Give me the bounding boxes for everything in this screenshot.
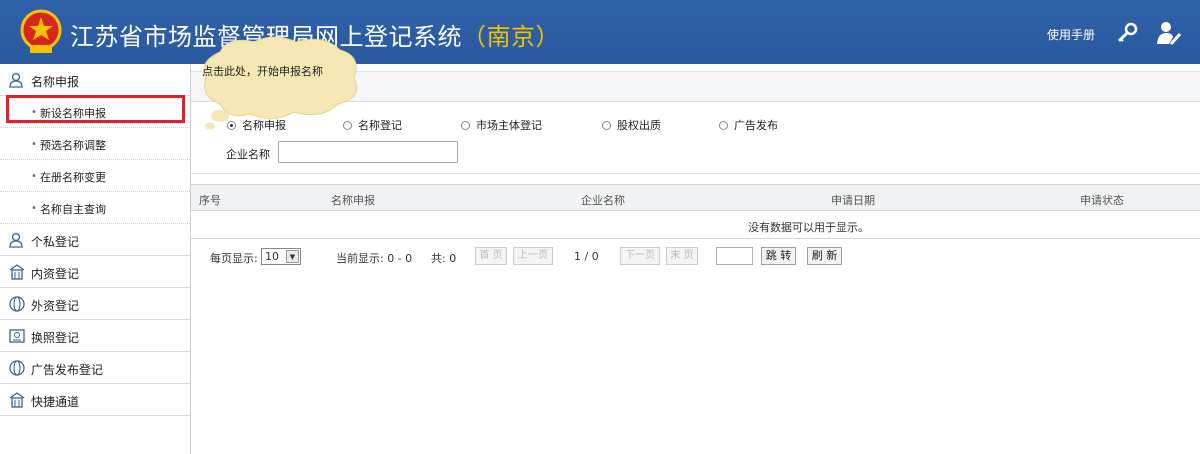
sidebar-item-adjust-name[interactable]: • 预选名称调整 xyxy=(0,128,190,160)
sidebar-item-label: 预选名称调整 xyxy=(40,139,106,152)
sidebar-item-label: 新设名称申报 xyxy=(40,107,106,120)
empty-message: 没有数据可以用于显示。 xyxy=(748,221,869,234)
sidebar-group-label: 名称申报 xyxy=(31,75,80,89)
next-page-button[interactable]: 下一页 xyxy=(620,247,660,265)
sidebar-item-change-name[interactable]: • 在册名称变更 xyxy=(0,160,190,192)
sidebar-group-domestic[interactable]: 内资登记 xyxy=(0,256,190,288)
total-count: 共: 0 xyxy=(431,252,457,265)
page-size-label: 每页显示: xyxy=(210,252,258,265)
sidebar-group-advertising[interactable]: 广告发布登记 xyxy=(0,352,190,384)
building-icon xyxy=(9,264,25,280)
bullet-icon: • xyxy=(31,139,37,150)
company-name-label: 企业名称 xyxy=(226,148,270,161)
bullet-icon: • xyxy=(31,171,37,182)
sidebar-group-label: 内资登记 xyxy=(31,267,80,281)
refresh-button[interactable]: 刷 新 xyxy=(807,247,842,265)
col-apply-status: 申请状态 xyxy=(1080,194,1124,207)
bullet-icon: • xyxy=(31,107,37,118)
key-icon[interactable] xyxy=(1115,21,1139,45)
bullet-icon: • xyxy=(31,203,37,214)
col-apply-date: 申请日期 xyxy=(831,194,875,207)
radio-icon[interactable] xyxy=(719,120,728,130)
radio-equity-pledge[interactable]: 股权出质 xyxy=(602,118,661,132)
user-manual-link[interactable]: 使用手册 xyxy=(1047,26,1095,43)
sidebar-group-name-declare[interactable]: 名称申报 xyxy=(0,64,190,96)
sidebar-group-foreign[interactable]: 外资登记 xyxy=(0,288,190,320)
sidebar-item-label: 名称自主查询 xyxy=(40,203,106,216)
radio-market-entity[interactable]: 市场主体登记 xyxy=(461,118,542,132)
table-header: 序号 名称申报 企业名称 申请日期 申请状态 xyxy=(191,184,1200,211)
sidebar-group-label: 换照登记 xyxy=(31,331,80,345)
table-empty-row: 没有数据可以用于显示。 xyxy=(191,211,1200,239)
sidebar-group-label: 广告发布登记 xyxy=(31,363,104,377)
sidebar-group-label: 个私登记 xyxy=(31,235,80,249)
sidebar-group-label: 外资登记 xyxy=(31,299,80,313)
last-page-button[interactable]: 末 页 xyxy=(666,247,698,265)
col-index: 序号 xyxy=(199,194,221,207)
sidebar-group-private[interactable]: 个私登记 xyxy=(0,224,190,256)
license-icon xyxy=(9,329,25,343)
goto-page-input[interactable] xyxy=(716,247,753,265)
user-edit-icon[interactable] xyxy=(1156,20,1182,46)
radio-icon[interactable] xyxy=(602,120,611,130)
pager: 每页显示: 10 ▼ 当前显示: 0 - 0 共: 0 首 页 上一页 1 / … xyxy=(191,239,1200,275)
col-name-declare: 名称申报 xyxy=(331,194,375,207)
current-range: 当前显示: 0 - 0 xyxy=(336,252,413,265)
sidebar-group-license[interactable]: 换照登记 xyxy=(0,320,190,352)
building-icon xyxy=(9,392,25,408)
sidebar-item-new-name[interactable]: • 新设名称申报 xyxy=(0,96,190,128)
sidebar-group-label: 快捷通道 xyxy=(31,395,80,409)
chevron-down-icon[interactable]: ▼ xyxy=(286,250,299,263)
person-icon xyxy=(9,72,23,88)
col-company-name: 企业名称 xyxy=(581,194,625,207)
sidebar-item-label: 在册名称变更 xyxy=(40,171,106,184)
goto-button[interactable]: 跳 转 xyxy=(761,247,796,265)
sidebar-item-query-name[interactable]: • 名称自主查询 xyxy=(0,192,190,224)
person-icon xyxy=(9,232,23,248)
company-name-input[interactable] xyxy=(278,141,458,163)
app-header: 江苏省市场监督管理局网上登记系统（南京） 使用手册 xyxy=(0,0,1200,64)
page-size-select[interactable]: 10 ▼ xyxy=(261,248,301,265)
emblem-icon xyxy=(20,9,62,53)
first-page-button[interactable]: 首 页 xyxy=(475,247,507,265)
radio-icon[interactable] xyxy=(461,120,470,130)
sidebar-group-quick-channel[interactable]: 快捷通道 xyxy=(0,384,190,416)
sidebar: 名称申报 • 新设名称申报 • 预选名称调整 • 在册名称变更 • 名称自主查询… xyxy=(0,64,191,454)
page-info: 1 / 0 xyxy=(574,250,599,263)
radio-advertising[interactable]: 广告发布 xyxy=(719,118,778,132)
tooltip-text: 点击此处，开始申报名称 xyxy=(202,65,323,78)
globe-icon xyxy=(9,360,25,376)
prev-page-button[interactable]: 上一页 xyxy=(513,247,553,265)
globe-icon xyxy=(9,296,25,312)
tooltip-cloud xyxy=(203,36,358,130)
